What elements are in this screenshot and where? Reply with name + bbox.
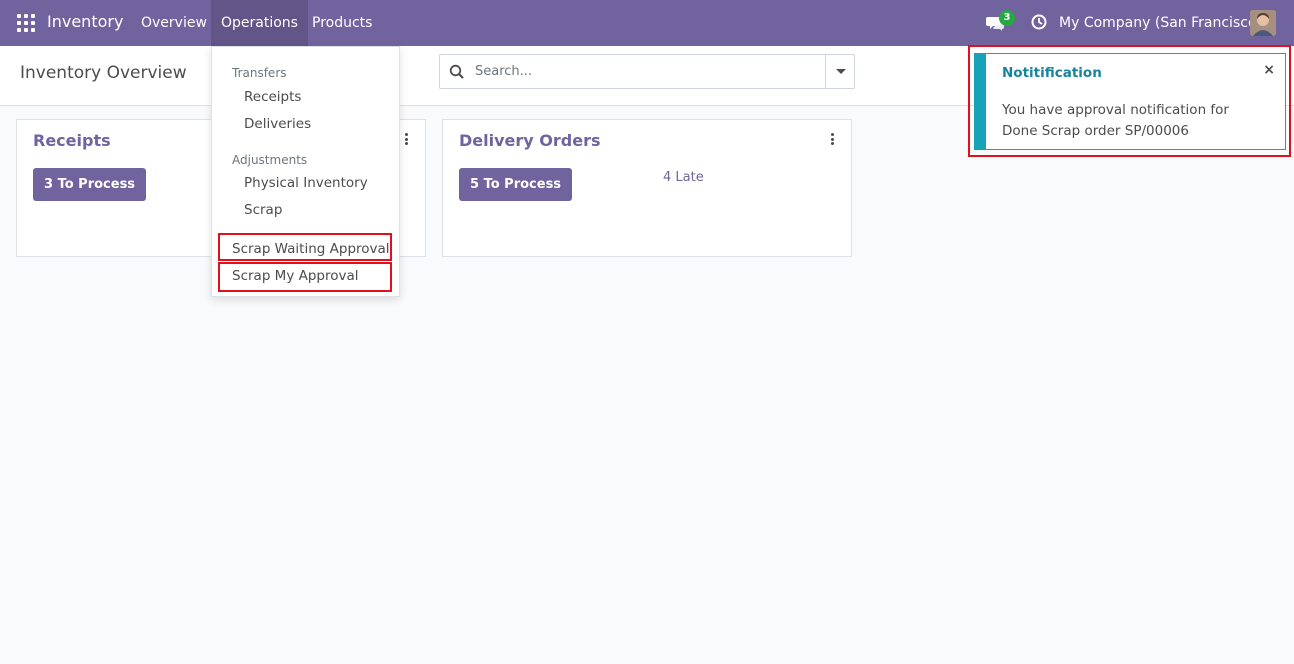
user-avatar[interactable]: [1250, 10, 1276, 36]
company-switcher[interactable]: My Company (San Francisco): [1059, 14, 1262, 32]
kebab-menu-icon[interactable]: [831, 133, 835, 145]
search-icon: [449, 64, 464, 79]
delivery-orders-card: Delivery Orders 5 To Process 4 Late: [442, 119, 852, 257]
delivery-orders-card-title[interactable]: Delivery Orders: [459, 131, 600, 151]
menu-operations[interactable]: Operations: [211, 0, 308, 46]
chat-count-badge: 3: [999, 10, 1015, 26]
dropdown-item-receipts[interactable]: Receipts: [244, 88, 301, 106]
page-title: Inventory Overview: [20, 63, 187, 83]
dropdown-header-adjustments: Adjustments: [232, 153, 308, 167]
menu-overview[interactable]: Overview: [131, 0, 217, 46]
highlight-box: [218, 233, 392, 261]
notification-message: You have approval notification for Done …: [1002, 102, 1229, 139]
apps-grid-icon[interactable]: [17, 14, 35, 32]
search-box[interactable]: [439, 54, 855, 89]
receipts-to-process-button[interactable]: 3 To Process: [33, 168, 147, 201]
clock-icon[interactable]: [1031, 14, 1047, 30]
menu-products[interactable]: Products: [302, 0, 382, 46]
highlight-box: [218, 262, 392, 292]
close-icon[interactable]: ×: [1263, 62, 1275, 78]
app-brand[interactable]: Inventory: [47, 12, 123, 32]
caret-down-icon: [836, 69, 846, 74]
top-navbar: Inventory Overview Operations Products 3…: [0, 0, 1294, 46]
dropdown-item-deliveries[interactable]: Deliveries: [244, 115, 311, 133]
dropdown-header-transfers: Transfers: [232, 66, 287, 80]
late-link[interactable]: 4 Late: [663, 170, 704, 185]
notification-toast: Notitification × You have approval notif…: [974, 53, 1286, 150]
notification-title: Notitification: [1002, 65, 1102, 81]
search-options-toggle[interactable]: [825, 55, 854, 88]
kebab-menu-icon[interactable]: [405, 133, 409, 145]
dropdown-item-scrap[interactable]: Scrap: [244, 201, 282, 219]
receipts-card-title[interactable]: Receipts: [33, 131, 111, 151]
dropdown-item-physical-inventory[interactable]: Physical Inventory: [244, 174, 368, 192]
delivery-to-process-button[interactable]: 5 To Process: [459, 168, 573, 201]
search-input[interactable]: [475, 55, 825, 88]
